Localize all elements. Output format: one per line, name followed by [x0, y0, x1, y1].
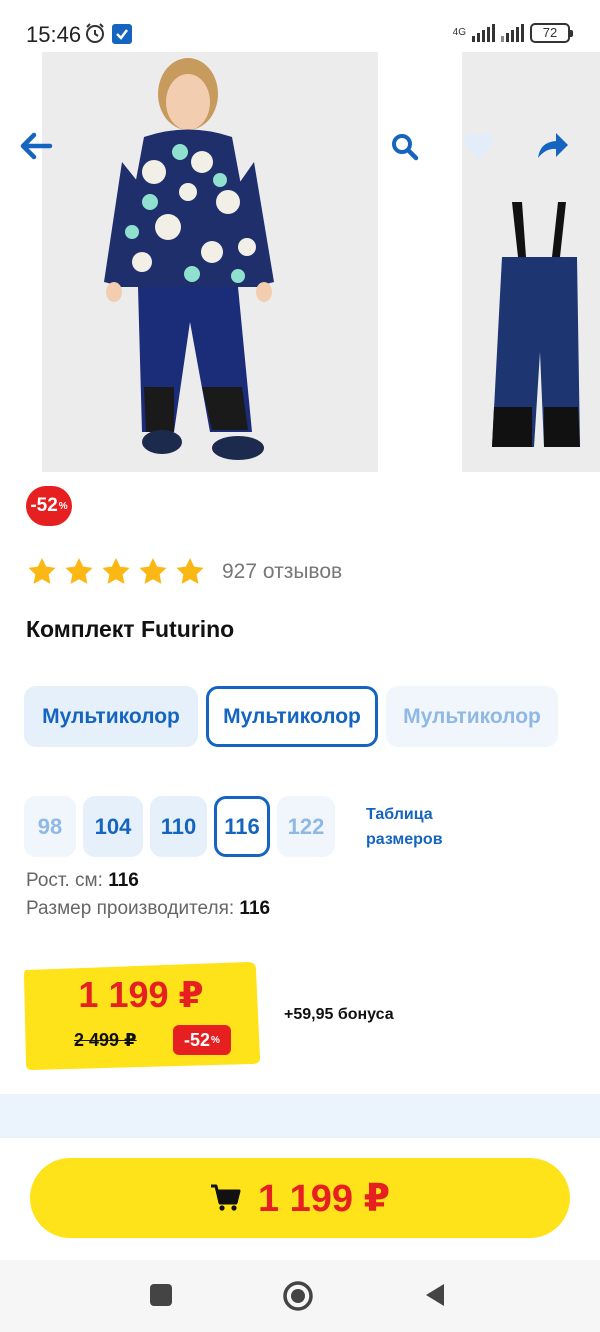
color-selector: Мультиколор Мультиколор Мультиколор: [24, 686, 558, 747]
maker-size-row: Размер производителя: 116: [26, 898, 270, 920]
star-icon: [176, 558, 204, 584]
status-time: 15:46: [26, 22, 82, 47]
status-bar: 15:46 4G 72: [0, 0, 600, 60]
size-table-link[interactable]: Таблица размеров: [366, 802, 443, 852]
child-in-snowsuit-image: [42, 52, 378, 472]
add-to-cart-price: 1 199 ₽: [257, 1177, 391, 1220]
product-photo-second[interactable]: [462, 52, 600, 472]
rating-stars: [26, 556, 206, 588]
back-arrow-icon[interactable]: [18, 130, 54, 162]
price-discount-percent: %: [211, 1034, 220, 1046]
star-icon: [139, 558, 167, 584]
search-icon[interactable]: [390, 132, 420, 162]
product-title: Комплект Futurino: [26, 616, 235, 642]
height-row: Рост. см: 116: [26, 870, 139, 892]
share-icon[interactable]: [534, 130, 570, 162]
discount-badge-percent: %: [58, 500, 68, 512]
price-current: 1 199 ₽: [78, 974, 204, 1015]
section-divider: [0, 1094, 600, 1138]
size-table-line2: размеров: [366, 831, 443, 848]
price-discount-badge: -52%: [173, 1025, 231, 1055]
recent-apps-icon[interactable]: [148, 1282, 174, 1308]
maker-size-label: Размер производителя:: [26, 898, 235, 919]
price-old: 2 499 ₽: [74, 1030, 137, 1050]
size-selector: 98 104 110 116 122: [24, 796, 335, 857]
size-option[interactable]: 104: [83, 796, 143, 857]
reviews-count[interactable]: 927 отзывов: [222, 560, 342, 584]
discount-badge-value: -52: [30, 495, 58, 516]
signal-icon-2: [501, 24, 524, 42]
size-option[interactable]: 122: [277, 796, 335, 857]
heart-icon[interactable]: [462, 130, 496, 162]
size-table-line1: Таблица: [366, 806, 433, 823]
star-icon: [28, 558, 56, 584]
network-type: 4G: [452, 27, 466, 38]
bonus-text: +59,95 бонуса: [284, 1006, 394, 1023]
color-option[interactable]: Мультиколор: [206, 686, 378, 747]
cart-icon: [210, 1184, 241, 1211]
system-navigation-bar: [0, 1260, 600, 1332]
add-to-cart-button[interactable]: 1 199 ₽: [30, 1158, 570, 1238]
rating-row[interactable]: 927 отзывов: [26, 552, 342, 592]
size-option[interactable]: 98: [24, 796, 76, 857]
price-discount-value: -52: [184, 1029, 211, 1050]
height-value: 116: [108, 870, 139, 891]
overalls-image: [462, 52, 600, 472]
star-icon: [65, 558, 93, 584]
color-option[interactable]: Мультиколор: [24, 686, 198, 747]
price-block: 1 199 ₽ 2 499 ₽ -52%: [22, 960, 260, 1070]
battery-icon: 72: [530, 23, 573, 43]
battery-level: 72: [542, 25, 558, 40]
status-indicators: 4G 72: [452, 22, 573, 44]
alarm-icon: [86, 23, 104, 43]
back-nav-icon[interactable]: [422, 1282, 448, 1308]
product-gallery[interactable]: [0, 52, 600, 472]
maker-size-value: 116: [239, 898, 271, 919]
product-photo-main[interactable]: [42, 52, 378, 472]
height-label: Рост. см:: [26, 870, 103, 891]
size-option[interactable]: 110: [150, 796, 207, 857]
checkbox-notification-icon: [112, 24, 132, 44]
signal-icon: [472, 24, 495, 42]
discount-badge: -52%: [26, 486, 72, 526]
star-icon: [102, 558, 130, 584]
color-option[interactable]: Мультиколор: [386, 686, 558, 747]
size-option[interactable]: 116: [214, 796, 270, 857]
home-icon[interactable]: [282, 1280, 314, 1312]
